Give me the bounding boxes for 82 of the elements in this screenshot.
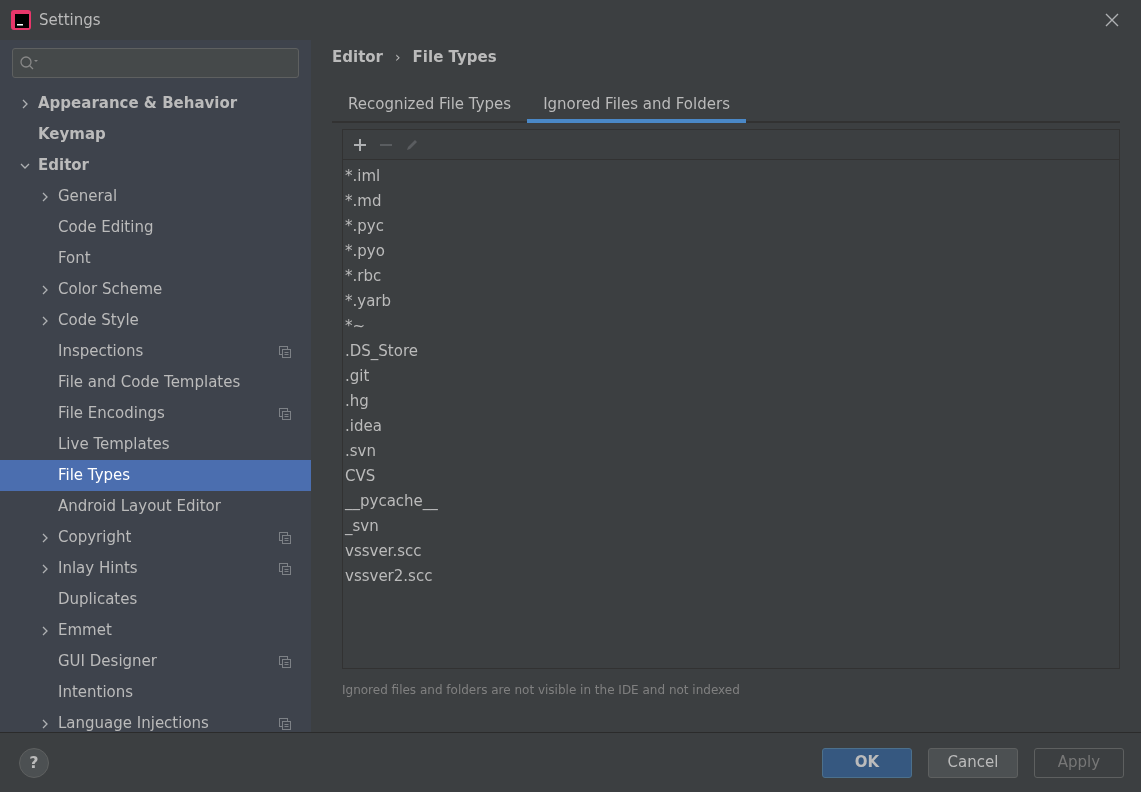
list-item[interactable]: .svn (343, 439, 1119, 464)
tree-item-label: Duplicates (58, 589, 139, 611)
list-item[interactable]: *~ (343, 314, 1119, 339)
tree-item-label: Copyright (58, 527, 133, 549)
tree-item-label: General (58, 186, 119, 208)
tree-item[interactable]: Inlay Hints (0, 553, 311, 584)
app-logo-icon (11, 10, 31, 30)
chevron-right-icon[interactable] (40, 191, 50, 202)
list-item[interactable]: *.md (343, 189, 1119, 214)
tree-item-label: Live Templates (58, 434, 171, 456)
tree-item-label: Code Style (58, 310, 140, 332)
list-item[interactable]: *.yarb (343, 289, 1119, 314)
list-item[interactable]: .DS_Store (343, 339, 1119, 364)
tree-item[interactable]: Intentions (0, 677, 311, 708)
tree-item[interactable]: Keymap (0, 119, 311, 150)
list-item[interactable]: __pycache__ (343, 489, 1119, 514)
tree-item[interactable]: Copyright (0, 522, 311, 553)
tree-item-label: Language Injections (58, 713, 210, 732)
close-icon[interactable] (1105, 13, 1119, 27)
tree-item-label: Android Layout Editor (58, 496, 222, 518)
chevron-right-icon[interactable] (40, 563, 50, 574)
tree-item-label: File and Code Templates (58, 372, 242, 394)
chevron-right-icon[interactable] (40, 718, 50, 729)
breadcrumb-separator: › (395, 48, 401, 67)
tree-item-label: Emmet (58, 620, 113, 642)
tree-item-label: File Types (58, 465, 132, 487)
tree-item[interactable]: Live Templates (0, 429, 311, 460)
list-item[interactable]: *.pyo (343, 239, 1119, 264)
tab[interactable]: Ignored Files and Folders (527, 89, 746, 123)
dialog-button[interactable]: Cancel (928, 747, 1018, 778)
breadcrumb: File Types (412, 47, 497, 69)
tab[interactable]: Recognized File Types (332, 89, 528, 123)
dialog-button[interactable]: OK (822, 747, 912, 778)
window-title: Settings (39, 9, 102, 31)
plus-icon[interactable] (353, 137, 367, 152)
tree-item[interactable]: Code Editing (0, 212, 311, 243)
tree-item-label: Appearance & Behavior (38, 93, 239, 115)
tree-item[interactable]: Language Injections (0, 708, 311, 732)
search-field[interactable] (12, 48, 299, 78)
tree-item[interactable]: Inspections (0, 336, 311, 367)
tree-item-label: Color Scheme (58, 279, 164, 301)
chevron-right-icon[interactable] (40, 532, 50, 543)
tree-item[interactable]: Color Scheme (0, 274, 311, 305)
tree-item-label: Editor (38, 155, 90, 177)
help-button[interactable]: ? (19, 747, 49, 778)
tree-item[interactable]: File and Code Templates (0, 367, 311, 398)
tree-item[interactable]: Font (0, 243, 311, 274)
list-item[interactable]: *.pyc (343, 214, 1119, 239)
list-item[interactable]: vssver.scc (343, 539, 1119, 564)
tree-item[interactable]: Appearance & Behavior (0, 88, 311, 119)
breadcrumb: Editor (332, 47, 383, 69)
tree-item-label: Inspections (58, 341, 145, 363)
tree-item[interactable]: Duplicates (0, 584, 311, 615)
tree-item-label: Font (58, 248, 92, 270)
chevron-right-icon[interactable] (40, 284, 50, 295)
chevron-right-icon[interactable] (40, 315, 50, 326)
list-item[interactable]: _svn (343, 514, 1119, 539)
list-item[interactable]: .git (343, 364, 1119, 389)
tree-item[interactable]: File Encodings (0, 398, 311, 429)
tree-item[interactable]: Emmet (0, 615, 311, 646)
list-item[interactable]: CVS (343, 464, 1119, 489)
tree-item[interactable]: Editor (0, 150, 311, 181)
tree-item-label: Intentions (58, 682, 135, 704)
list-item[interactable]: *.iml (343, 164, 1119, 189)
hint-text: Ignored files and folders are not visible in the IDE and not indexed (342, 682, 741, 699)
search-icon (19, 55, 39, 71)
chevron-right-icon[interactable] (40, 625, 50, 636)
list-item[interactable]: .idea (343, 414, 1119, 439)
tree-item-label: Code Editing (58, 217, 155, 239)
tree-item-label: Keymap (38, 124, 107, 146)
chevron-right-icon[interactable] (20, 98, 30, 109)
list-item[interactable]: *.rbc (343, 264, 1119, 289)
tree-item[interactable]: General (0, 181, 311, 212)
tree-item-label: File Encodings (58, 403, 166, 425)
tree-item[interactable]: Code Style (0, 305, 311, 336)
list-item[interactable]: .hg (343, 389, 1119, 414)
tree-item[interactable]: GUI Designer (0, 646, 311, 677)
tree-item-label: GUI Designer (58, 651, 158, 673)
list-item[interactable]: vssver2.scc (343, 564, 1119, 589)
tree-item[interactable]: File Types (0, 460, 311, 491)
tree-item-label: Inlay Hints (58, 558, 139, 580)
tree-item[interactable]: Android Layout Editor (0, 491, 311, 522)
